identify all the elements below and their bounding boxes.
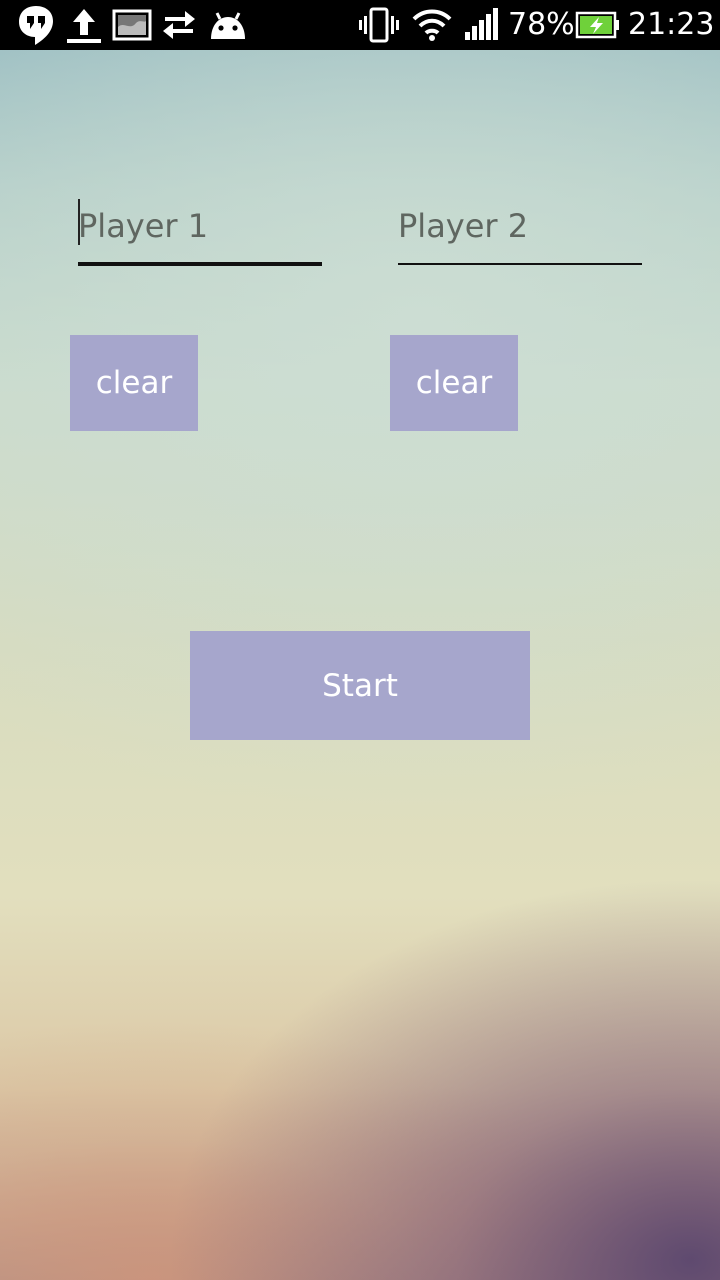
upload-icon (64, 0, 104, 50)
player1-field[interactable] (78, 195, 322, 267)
clear-player1-button[interactable]: clear (70, 335, 198, 431)
text-cursor (78, 199, 80, 245)
wifi-icon (410, 0, 454, 50)
vibrate-icon (356, 0, 402, 50)
player1-underline (78, 262, 322, 266)
player2-underline (398, 263, 642, 265)
signal-icon (462, 0, 502, 50)
player1-input[interactable] (78, 195, 322, 257)
sync-icon (160, 0, 198, 50)
player2-field[interactable] (398, 195, 642, 267)
clear-player2-button[interactable]: clear (390, 335, 518, 431)
start-button[interactable]: Start (190, 631, 530, 740)
app-screen: 78% 21:23 clear clear Start (0, 0, 720, 1280)
battery-charging-icon (574, 0, 622, 50)
status-bar: 78% 21:23 (0, 0, 720, 50)
android-icon (206, 0, 250, 50)
player2-input[interactable] (398, 195, 642, 257)
hangouts-icon (14, 0, 58, 50)
battery-percent: 78% (508, 7, 575, 42)
gallery-icon (112, 0, 152, 50)
clock: 21:23 (628, 7, 715, 42)
